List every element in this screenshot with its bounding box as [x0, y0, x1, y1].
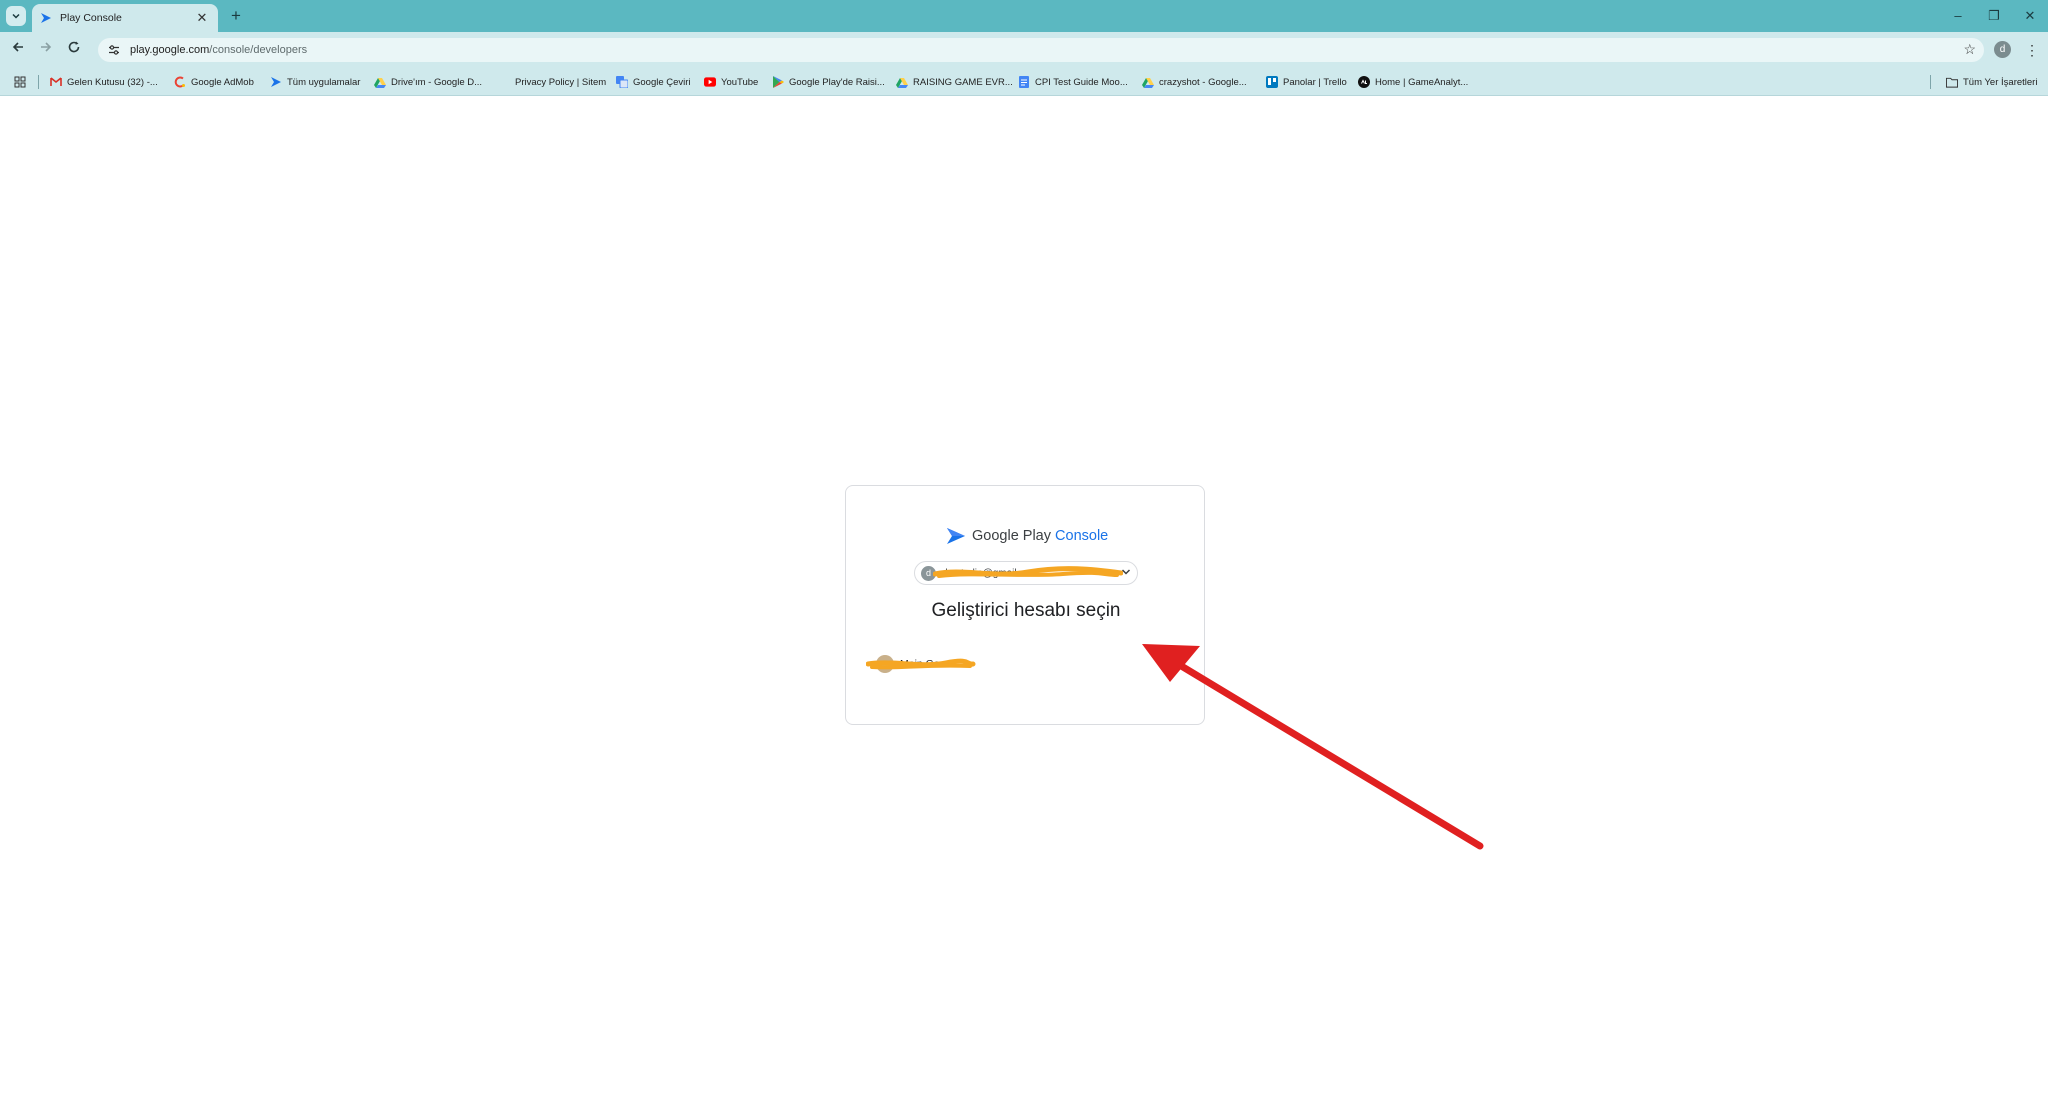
annotation-arrow	[1142, 644, 1484, 850]
